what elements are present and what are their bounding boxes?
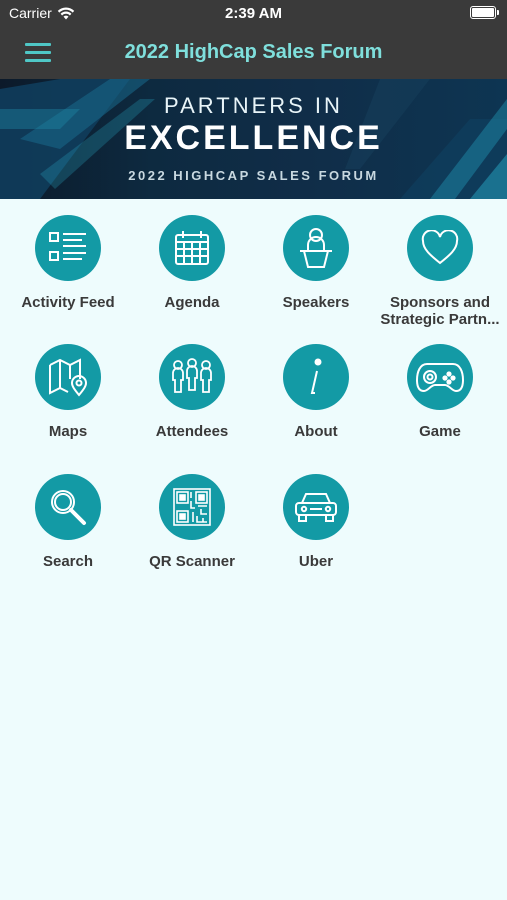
tile-label: Speakers [282,294,350,311]
qr-code-icon [173,488,211,526]
tile-search[interactable]: Search [5,474,131,570]
tile-about-circle [283,344,349,410]
tile-label: QR Scanner [149,553,235,570]
tile-about[interactable]: About [253,344,379,440]
tile-label: Agenda [164,294,220,311]
tile-label: Activity Feed [21,294,115,311]
tile-label-line2: Strategic Partn... [380,311,500,328]
page-title: 2022 HighCap Sales Forum [124,41,383,63]
tile-agenda-circle [159,215,225,281]
tile-speakers-circle [283,215,349,281]
tile-game-circle [407,344,473,410]
gamepad-icon [415,363,465,393]
tile-qr-scanner-circle [159,474,225,540]
banner-title-line2: EXCELLENCE [124,119,383,157]
people-group-icon [172,358,212,393]
podium-speaker-icon [300,228,332,268]
tile-attendees-circle [159,344,225,410]
tile-attendees[interactable]: Attendees [129,344,255,440]
info-icon [310,358,322,394]
tile-uber-circle [283,474,349,540]
tile-label: Sponsors and Strategic Partn... [377,294,503,328]
tile-qr-scanner[interactable]: QR Scanner [129,474,255,570]
tile-label: Uber [298,553,334,570]
clock: 2:39 AM [225,5,282,22]
heart-icon [421,230,459,265]
tile-activity-feed-circle [35,215,101,281]
banner-title-line1: PARTNERS IN [164,93,343,118]
tile-sponsors[interactable]: Sponsors and Strategic Partn... [377,215,503,328]
search-icon [51,490,86,525]
tile-agenda[interactable]: Agenda [129,215,255,311]
list-icon [49,232,86,261]
tile-label: About [294,423,338,440]
tile-label-line1: Sponsors and [389,294,490,311]
calendar-icon [175,231,209,265]
tile-label: Attendees [155,423,229,440]
event-banner: PARTNERS IN EXCELLENCE 2022 HIGHCAP SALE… [0,79,507,199]
tile-label: Game [419,423,461,440]
battery-icon [470,6,499,19]
tile-sponsors-circle [407,215,473,281]
tile-label: Maps [48,423,88,440]
banner-subtitle: 2022 HIGHCAP SALES FORUM [128,168,379,183]
status-bar: Carrier 2:39 AM [0,0,507,28]
nav-bar: 2022 HighCap Sales Forum [0,28,507,79]
tile-maps-circle [35,344,101,410]
map-icon [49,358,88,397]
tile-search-circle [35,474,101,540]
tile-label: Search [42,553,94,570]
tile-activity-feed[interactable]: Activity Feed [5,215,131,311]
tile-maps[interactable]: Maps [5,344,131,440]
car-icon [295,493,337,522]
tile-speakers[interactable]: Speakers [253,215,379,311]
tile-game[interactable]: Game [377,344,503,440]
tile-uber[interactable]: Uber [253,474,379,570]
